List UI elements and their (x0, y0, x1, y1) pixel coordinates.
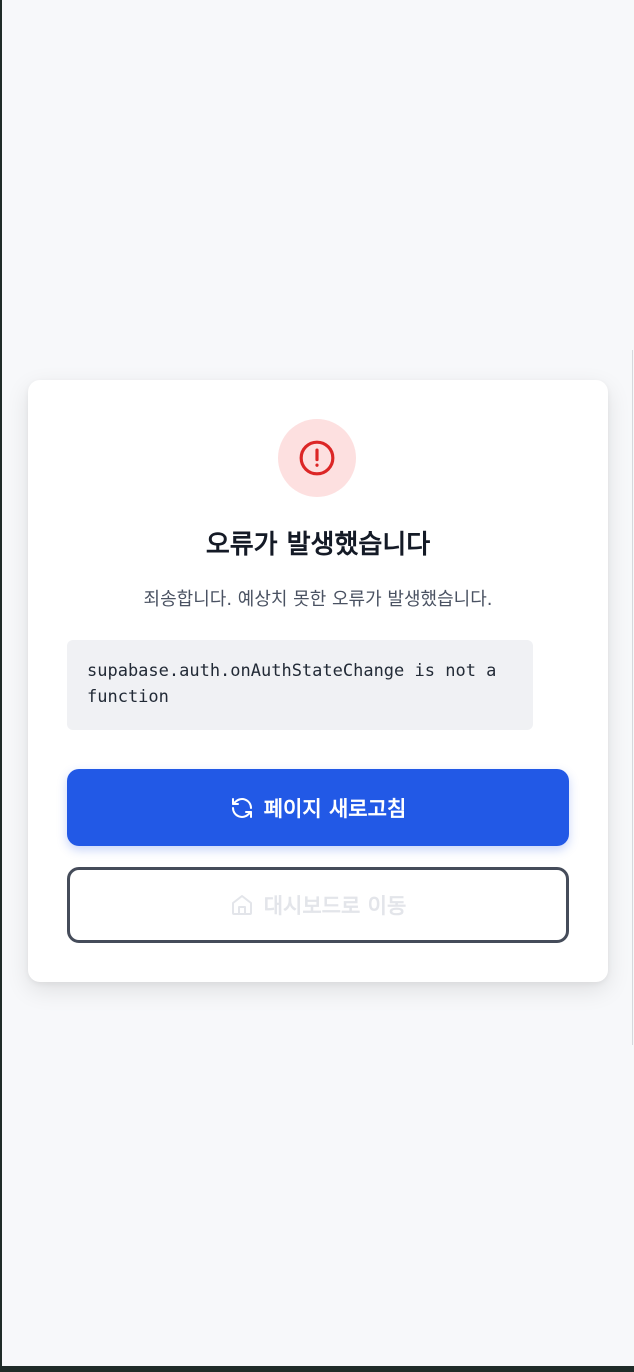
alert-circle-icon (299, 440, 335, 476)
refresh-page-label: 페이지 새로고침 (263, 796, 407, 821)
error-message: supabase.auth.onAuthStateChange is not a… (67, 640, 533, 730)
go-to-dashboard-label: 대시보드로 이동 (263, 894, 407, 918)
error-icon-badge (278, 419, 356, 497)
home-icon (231, 895, 252, 915)
refresh-page-button[interactable]: 페이지 새로고침 (67, 769, 569, 846)
window-left-border (0, 0, 2, 1372)
error-title: 오류가 발생했습니다 (205, 530, 431, 560)
error-subtitle: 죄송합니다. 예상치 못한 오류가 발생했습니다. (143, 589, 493, 610)
window-bottom-border (0, 1366, 634, 1372)
scrollbar-track (632, 350, 633, 1045)
go-to-dashboard-button[interactable]: 대시보드로 이동 (67, 867, 569, 943)
error-card: 오류가 발생했습니다 죄송합니다. 예상치 못한 오류가 발생했습니다. sup… (28, 380, 608, 982)
refresh-icon (231, 797, 252, 818)
